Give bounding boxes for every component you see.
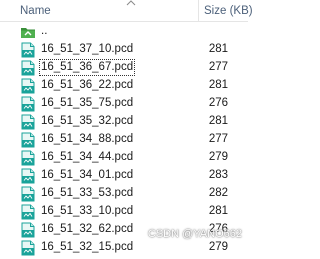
file-row[interactable]: 16_51_36_67.pcd 277: [0, 59, 248, 77]
pcd-file-icon: [20, 186, 36, 202]
column-divider[interactable]: [198, 0, 199, 21]
column-header: Name Size (KB): [0, 0, 253, 22]
pcd-file-icon: [20, 78, 36, 94]
pcd-file-icon: [20, 132, 36, 148]
pcd-file-icon: [20, 96, 36, 112]
pcd-file-icon: [20, 150, 36, 166]
watermark-text: CSDN @YANO662: [147, 228, 242, 240]
file-row[interactable]: 16_51_34_01.pcd 283: [0, 167, 248, 185]
file-row[interactable]: 16_51_37_10.pcd 281: [0, 41, 248, 59]
file-list: .. 16_51_37_10.pcd 281 16_51_36_67.pcd 277 16…: [0, 23, 248, 257]
file-size: 283: [208, 169, 228, 181]
file-size: 281: [208, 115, 228, 127]
file-row[interactable]: 16_51_33_53.pcd 282: [0, 185, 248, 203]
file-name: 16_51_36_22.pcd: [41, 79, 134, 91]
file-row[interactable]: 16_51_33_10.pcd 281: [0, 203, 248, 221]
pcd-file-icon: [20, 114, 36, 130]
file-row[interactable]: 16_51_32_15.pcd 279: [0, 239, 248, 257]
file-row[interactable]: 16_51_34_44.pcd 279: [0, 149, 248, 167]
sort-ascending-icon: [125, 0, 137, 6]
file-row[interactable]: 16_51_35_75.pcd 276: [0, 95, 248, 113]
file-name: 16_51_37_10.pcd: [41, 43, 134, 55]
name-column-header[interactable]: Name: [20, 3, 51, 19]
file-name: ..: [41, 25, 48, 37]
pcd-file-icon: [20, 42, 36, 58]
file-name: 16_51_32_15.pcd: [41, 241, 134, 253]
file-name: 16_51_36_67.pcd: [38, 59, 136, 76]
pcd-file-icon: [20, 60, 36, 76]
file-size: [202, 24, 228, 39]
file-size: 277: [208, 133, 228, 145]
file-row[interactable]: 16_51_35_32.pcd 281: [0, 113, 248, 131]
file-name: 16_51_34_44.pcd: [41, 151, 134, 163]
file-row[interactable]: 16_51_36_22.pcd 281: [0, 77, 248, 95]
file-name: 16_51_32_62.pcd: [41, 223, 134, 235]
size-column-header[interactable]: Size (KB): [204, 3, 253, 19]
file-size: 282: [208, 187, 228, 199]
file-size: 281: [208, 43, 228, 55]
pcd-file-icon: [20, 240, 36, 256]
file-size: 279: [208, 151, 228, 163]
file-size: 276: [208, 97, 228, 109]
parent-folder-row[interactable]: ..: [0, 23, 248, 41]
file-name: 16_51_35_32.pcd: [41, 115, 134, 127]
file-name: 16_51_35_75.pcd: [41, 97, 134, 109]
file-size: 277: [208, 61, 228, 73]
pcd-file-icon: [20, 168, 36, 184]
pcd-file-icon: [20, 204, 36, 220]
pcd-file-icon: [20, 222, 36, 238]
file-name: 16_51_34_88.pcd: [41, 133, 134, 145]
file-size: 281: [208, 79, 228, 91]
file-name: 16_51_33_53.pcd: [41, 187, 134, 199]
file-size: 279: [208, 241, 228, 253]
file-size: 281: [208, 205, 228, 217]
folder-up-icon: [20, 24, 36, 40]
file-row[interactable]: 16_51_34_88.pcd 277: [0, 131, 248, 149]
file-name: 16_51_33_10.pcd: [41, 205, 134, 217]
file-name: 16_51_34_01.pcd: [41, 169, 134, 181]
